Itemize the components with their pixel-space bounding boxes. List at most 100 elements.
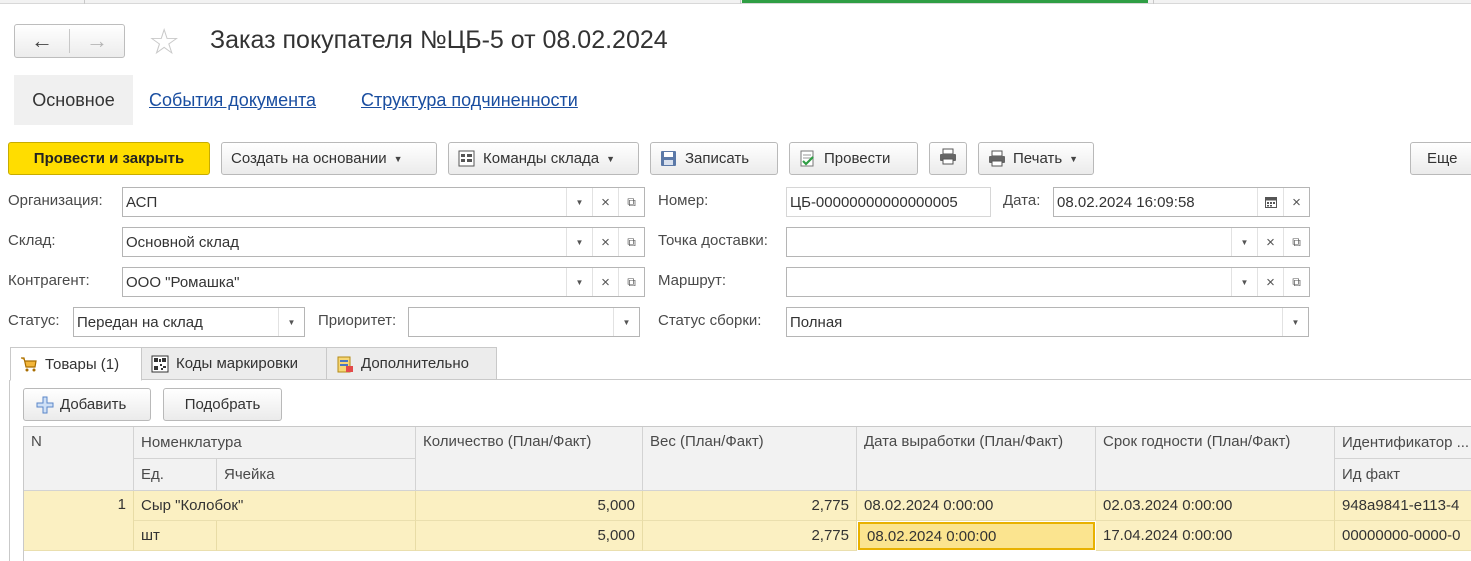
table-cell-quantity-fact[interactable]: 5,000: [416, 521, 643, 551]
table-cell-identifier-fact[interactable]: 00000000-0000-0: [1335, 521, 1471, 551]
table-cell-production-date-fact[interactable]: 08.02.2024 0:00:00: [858, 522, 1095, 550]
table-cell-quantity-plan[interactable]: 5,000: [416, 491, 643, 521]
column-header-id-fact[interactable]: Ид факт: [1335, 459, 1471, 491]
column-header-production-date[interactable]: Дата выработки (План/Факт): [857, 427, 1096, 491]
open-icon[interactable]: ⧉: [618, 188, 644, 216]
dropdown-arrow-icon[interactable]: ▼: [1231, 268, 1257, 296]
assembly-status-select[interactable]: Полная ▼: [786, 307, 1309, 337]
forward-button[interactable]: →: [70, 25, 124, 57]
clear-icon[interactable]: ×: [1257, 268, 1283, 296]
table-cell-weight-plan[interactable]: 2,775: [643, 491, 857, 521]
section-structure-link[interactable]: Структура подчиненности: [361, 90, 578, 111]
qr-code-icon: [151, 355, 169, 373]
chevron-down-icon: ▼: [1069, 153, 1079, 164]
favorite-star-icon[interactable]: ☆: [148, 22, 180, 62]
section-events-link[interactable]: События документа: [149, 90, 316, 111]
save-button[interactable]: Записать: [650, 142, 778, 175]
clear-icon[interactable]: ×: [1283, 188, 1309, 216]
delivery-point-field[interactable]: ▼ × ⧉: [786, 227, 1310, 257]
plus-icon: [36, 396, 54, 414]
number-field[interactable]: ЦБ-00000000000000005: [786, 187, 991, 217]
number-label: Номер:: [658, 192, 709, 209]
top-strip-segment: [85, 0, 741, 4]
clear-icon[interactable]: ×: [592, 228, 618, 256]
more-label: Еще: [1427, 150, 1458, 167]
column-header-cell[interactable]: Ячейка: [217, 459, 416, 491]
clear-icon[interactable]: ×: [592, 268, 618, 296]
column-header-quantity[interactable]: Количество (План/Факт): [416, 427, 643, 491]
post-button[interactable]: Провести: [789, 142, 918, 175]
dropdown-arrow-icon[interactable]: ▼: [566, 228, 592, 256]
column-header-weight[interactable]: Вес (План/Факт): [643, 427, 857, 491]
warehouse-commands-button[interactable]: Команды склада ▼: [448, 142, 639, 175]
calendar-icon[interactable]: [1257, 188, 1283, 216]
history-nav-group: ← →: [14, 24, 125, 58]
priority-label: Приоритет:: [318, 312, 397, 329]
add-row-label: Добавить: [60, 396, 127, 413]
dropdown-arrow-icon[interactable]: ▼: [278, 308, 304, 336]
table-cell-identifier-plan[interactable]: 948a9841-e113-4: [1335, 491, 1471, 521]
table-cell-expiry-plan[interactable]: 02.03.2024 0:00:00: [1096, 491, 1335, 521]
printer-icon: [939, 148, 957, 169]
dropdown-arrow-icon[interactable]: ▼: [613, 308, 639, 336]
date-field[interactable]: 08.02.2024 16:09:58 ×: [1053, 187, 1310, 217]
save-label: Записать: [685, 150, 750, 167]
open-icon[interactable]: ⧉: [1283, 228, 1309, 256]
pick-button[interactable]: Подобрать: [163, 388, 282, 421]
create-based-on-button[interactable]: Создать на основании ▼: [221, 142, 437, 175]
more-button[interactable]: Еще: [1410, 142, 1471, 175]
shopping-cart-icon: [20, 355, 38, 373]
section-main[interactable]: Основное: [14, 75, 133, 125]
status-select[interactable]: Передан на склад ▼: [73, 307, 305, 337]
column-header-n[interactable]: N: [24, 427, 134, 491]
status-label: Статус:: [8, 312, 60, 329]
warehouse-commands-label: Команды склада: [483, 150, 600, 167]
dropdown-arrow-icon[interactable]: ▼: [1231, 228, 1257, 256]
tab-additional[interactable]: Дополнительно: [326, 347, 497, 380]
column-header-unit[interactable]: Ед.: [134, 459, 217, 491]
open-icon[interactable]: ⧉: [1283, 268, 1309, 296]
add-row-button[interactable]: Добавить: [23, 388, 151, 421]
column-header-identifier[interactable]: Идентификатор ...: [1335, 427, 1471, 459]
priority-select[interactable]: ▼: [408, 307, 640, 337]
table-cell-expiry-fact[interactable]: 17.04.2024 0:00:00: [1096, 521, 1335, 551]
contractor-field[interactable]: ООО "Ромашка" ▼ × ⧉: [122, 267, 645, 297]
top-strip-segment: [1148, 0, 1154, 4]
column-header-expiry[interactable]: Срок годности (План/Факт): [1096, 427, 1335, 491]
table-cell-production-date-plan[interactable]: 08.02.2024 0:00:00: [857, 491, 1096, 521]
arrow-left-icon: ←: [31, 28, 53, 53]
clear-icon[interactable]: ×: [1257, 228, 1283, 256]
post-and-close-button[interactable]: Провести и закрыть: [8, 142, 210, 175]
table-cell-nomenclature[interactable]: Сыр "Колобок": [134, 491, 416, 521]
open-icon[interactable]: ⧉: [618, 268, 644, 296]
dropdown-arrow-icon[interactable]: ▼: [1282, 308, 1308, 336]
print-icon-button[interactable]: [929, 142, 967, 175]
route-field[interactable]: ▼ × ⧉: [786, 267, 1310, 297]
assembly-status-value: Полная: [790, 313, 843, 331]
table-cell-unit[interactable]: шт: [134, 521, 217, 551]
table-cell-n[interactable]: 1: [24, 491, 134, 551]
column-header-nomenclature[interactable]: Номенклатура: [134, 427, 416, 459]
number-value: ЦБ-00000000000000005: [790, 193, 958, 211]
date-value: 08.02.2024 16:09:58: [1057, 193, 1195, 211]
print-menu-button[interactable]: Печать ▼: [978, 142, 1094, 175]
arrow-right-icon: →: [86, 28, 108, 53]
dropdown-arrow-icon[interactable]: ▼: [566, 268, 592, 296]
open-icon[interactable]: ⧉: [618, 228, 644, 256]
organization-field[interactable]: АСП ▼ × ⧉: [122, 187, 645, 217]
print-label: Печать: [1013, 150, 1063, 167]
assembly-status-label: Статус сборки:: [658, 312, 762, 329]
tab-goods[interactable]: Товары (1): [10, 347, 142, 381]
warehouse-field[interactable]: Основной склад ▼ × ⧉: [122, 227, 645, 257]
table-cell-weight-fact[interactable]: 2,775: [643, 521, 857, 551]
printer-icon: [988, 150, 1005, 167]
tab-marking-codes[interactable]: Коды маркировки: [141, 347, 327, 380]
goods-table: N Номенклатура Ед. Ячейка Количество (Пл…: [23, 426, 1471, 561]
table-cell-storage-cell[interactable]: [217, 521, 416, 551]
create-based-on-label: Создать на основании: [231, 150, 387, 167]
dropdown-arrow-icon[interactable]: ▼: [566, 188, 592, 216]
document-form-icon: [336, 355, 354, 373]
document-title: Заказ покупателя №ЦБ-5 от 08.02.2024: [210, 26, 668, 54]
clear-icon[interactable]: ×: [592, 188, 618, 216]
back-button[interactable]: ←: [15, 25, 69, 57]
